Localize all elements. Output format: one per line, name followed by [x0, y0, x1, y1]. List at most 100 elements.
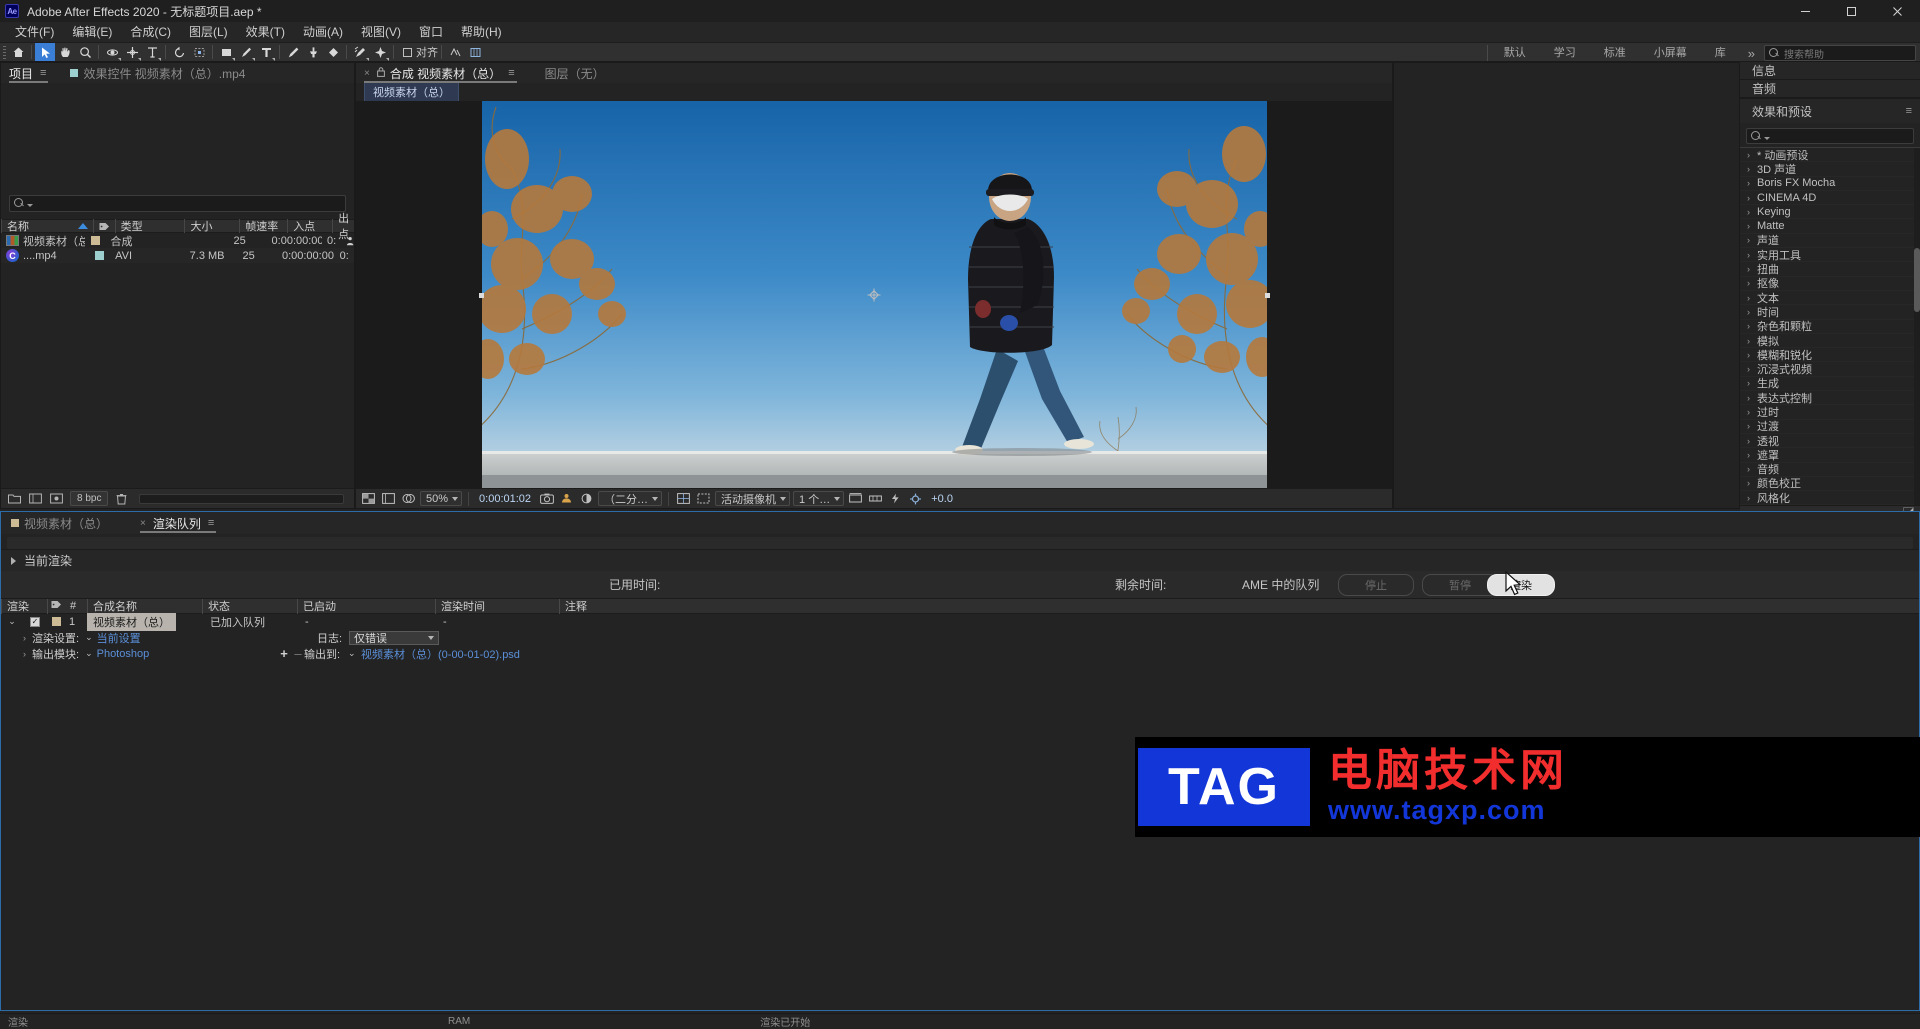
- view-layout-select[interactable]: 活动摄像机: [715, 491, 791, 506]
- menu-window[interactable]: 窗口: [410, 22, 452, 42]
- show-channel-icon[interactable]: [578, 491, 595, 507]
- new-composition-icon[interactable]: [28, 491, 43, 506]
- effects-search-input[interactable]: [1746, 128, 1914, 144]
- output-module-value[interactable]: Photoshop: [97, 648, 150, 660]
- effects-category-item[interactable]: › Keying: [1740, 205, 1920, 220]
- rq-col-status[interactable]: 状态: [202, 598, 297, 614]
- show-snapshot-icon[interactable]: [558, 491, 575, 507]
- camera-tool[interactable]: [142, 43, 162, 61]
- views-count-select[interactable]: 1 个…: [793, 491, 845, 506]
- close-button[interactable]: [1874, 0, 1920, 22]
- current-timecode[interactable]: 0:00:01:02: [475, 493, 535, 505]
- menu-help[interactable]: 帮助(H): [452, 22, 511, 42]
- tab-composition[interactable]: × 合成 视频素材（总） ≡: [362, 63, 523, 83]
- col-header-type[interactable]: 类型: [114, 219, 185, 233]
- tab-timeline-composition[interactable]: 视频素材（总）: [9, 513, 116, 533]
- toggle-guides-icon[interactable]: [675, 491, 692, 507]
- render-queue-menu-icon[interactable]: ≡: [208, 517, 214, 529]
- effects-panel-header[interactable]: 效果和预设 ≡: [1740, 99, 1920, 123]
- pan-behind-tool[interactable]: [122, 43, 142, 61]
- ame-queue-button[interactable]: AME 中的队列: [1242, 576, 1319, 593]
- effects-scrollbar-track[interactable]: [1914, 148, 1920, 506]
- selection-handle-left[interactable]: [478, 292, 484, 298]
- puppet-pin-tool[interactable]: [370, 43, 390, 61]
- selection-handle-right[interactable]: [1264, 292, 1270, 298]
- project-search-input[interactable]: [9, 195, 346, 212]
- toolbar-grip[interactable]: [0, 42, 8, 62]
- toggle-transparency-grid-icon[interactable]: [360, 491, 377, 507]
- pixel-aspect-correction-icon[interactable]: [847, 491, 864, 507]
- region-of-interest-tool[interactable]: [189, 43, 209, 61]
- effects-panel-menu-icon[interactable]: ≡: [1906, 105, 1912, 117]
- composition-stage[interactable]: [356, 101, 1392, 488]
- render-settings-value[interactable]: 当前设置: [97, 630, 141, 646]
- menu-file[interactable]: 文件(F): [6, 22, 63, 42]
- clone-stamp-tool[interactable]: [303, 43, 323, 61]
- log-select[interactable]: 仅错误: [349, 630, 439, 645]
- breadcrumb-item[interactable]: 视频素材（总）: [364, 82, 459, 102]
- snapshot-camera-icon[interactable]: [538, 491, 555, 507]
- row-label-swatch-icon-2[interactable]: [95, 251, 105, 260]
- tab-project[interactable]: 项目 ≡: [7, 63, 54, 83]
- col-header-in[interactable]: 入点: [287, 219, 332, 233]
- rq-item-expand-toggle[interactable]: ⌄: [1, 616, 23, 627]
- add-output-module-button[interactable]: +: [278, 646, 290, 661]
- menu-edit[interactable]: 编辑(E): [63, 22, 121, 42]
- workspace-tab-library[interactable]: 库: [1701, 43, 1740, 63]
- new-folder-icon[interactable]: [7, 491, 22, 506]
- col-header-out[interactable]: 出点: [332, 213, 354, 241]
- help-search-input[interactable]: 搜索帮助: [1764, 45, 1916, 61]
- bit-depth-button[interactable]: 8 bpc: [70, 491, 109, 506]
- hand-tool[interactable]: [55, 43, 75, 61]
- menu-layer[interactable]: 图层(L): [180, 22, 237, 42]
- col-header-size[interactable]: 大小: [184, 219, 239, 233]
- brush-tool[interactable]: [283, 43, 303, 61]
- lock-icon[interactable]: [376, 67, 385, 79]
- toggle-channel-icon[interactable]: [400, 491, 417, 507]
- comp-panel-menu-icon[interactable]: ≡: [508, 67, 514, 79]
- grid-icon[interactable]: [465, 43, 485, 61]
- menu-animation[interactable]: 动画(A): [294, 22, 352, 42]
- panel-menu-icon[interactable]: ≡: [40, 67, 46, 79]
- rq-col-render-time[interactable]: 渲染时间: [435, 598, 559, 614]
- tab-effect-controls[interactable]: 效果控件 视频素材（总）.mp4: [68, 63, 253, 83]
- zoom-tool[interactable]: [75, 43, 95, 61]
- toggle-mask-visibility-icon[interactable]: [380, 491, 397, 507]
- tab-layer[interactable]: 图层（无）: [543, 63, 613, 83]
- output-to-value[interactable]: 视频素材（总）(0-00-01-02).psd: [361, 646, 520, 662]
- maximize-button[interactable]: [1828, 0, 1874, 22]
- expand-arrow-icon[interactable]: [11, 556, 16, 565]
- close-render-queue-tab-icon[interactable]: ×: [140, 518, 146, 529]
- exposure-value[interactable]: +0.0: [927, 493, 957, 505]
- orbit-tool[interactable]: [102, 43, 122, 61]
- col-header-fps[interactable]: 帧速率: [239, 219, 287, 233]
- rq-col-number[interactable]: #: [65, 599, 87, 614]
- rq-item-comp-name-cell[interactable]: 视频素材（总）: [87, 612, 207, 631]
- remove-output-module-button[interactable]: –: [292, 646, 304, 661]
- effects-category-item[interactable]: › 风格化: [1740, 491, 1920, 506]
- renderer-icon[interactable]: [907, 491, 924, 507]
- minimize-button[interactable]: [1782, 0, 1828, 22]
- render-queue-item-row[interactable]: ⌄ ✓ 1 视频素材（总） 已加入队列 - -: [1, 612, 1919, 631]
- output-module-dropdown-icon[interactable]: ⌄: [85, 648, 93, 659]
- workspace-tab-small-screen[interactable]: 小屏幕: [1640, 43, 1701, 63]
- tab-render-queue[interactable]: × 渲染队列 ≡: [138, 513, 222, 533]
- effects-scrollbar-thumb[interactable]: [1914, 248, 1920, 313]
- render-button[interactable]: 渲染: [1487, 573, 1555, 596]
- stop-render-button[interactable]: 停止: [1338, 573, 1414, 596]
- fast-previews-icon[interactable]: [887, 491, 904, 507]
- anchor-point-icon[interactable]: [867, 288, 881, 301]
- workspace-tab-standard[interactable]: 标准: [1590, 43, 1640, 63]
- menu-view[interactable]: 视图(V): [352, 22, 410, 42]
- timeline-icon[interactable]: [867, 491, 884, 507]
- rq-col-comp-name[interactable]: 合成名称: [87, 598, 202, 614]
- rq-item-swatch-icon[interactable]: [51, 617, 61, 626]
- col-header-name[interactable]: 名称: [1, 219, 93, 233]
- home-icon[interactable]: [8, 43, 28, 61]
- resolution-select[interactable]: （二分…: [598, 491, 663, 506]
- align-icon[interactable]: [403, 47, 412, 57]
- row-label-swatch-icon[interactable]: [90, 236, 100, 245]
- region-of-interest-icon[interactable]: [695, 491, 712, 507]
- zoom-level-select[interactable]: 50%: [420, 491, 463, 506]
- roto-brush-tool[interactable]: [350, 43, 370, 61]
